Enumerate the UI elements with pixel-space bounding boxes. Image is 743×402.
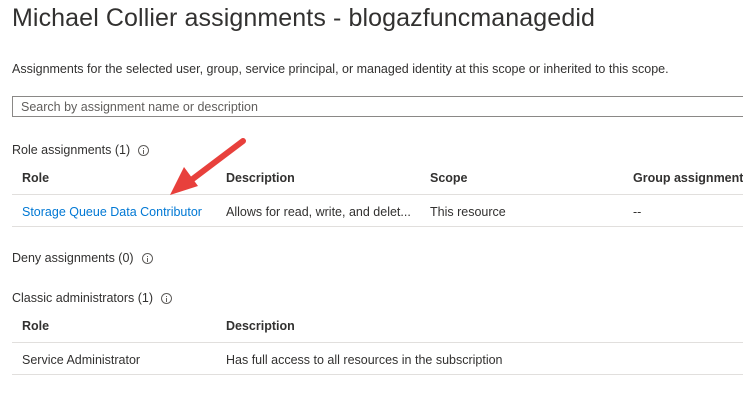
arrow-head [170, 167, 198, 195]
admin-description: Has full access to all resources in the … [226, 353, 503, 367]
role-description: Allows for read, write, and delet... [226, 205, 411, 219]
search-box[interactable] [12, 96, 743, 117]
table-header-divider [12, 194, 743, 195]
column-header-role[interactable]: Role [22, 319, 49, 333]
role-assignments-label-text: Role assignments (1) [12, 143, 131, 157]
classic-administrators-label-text: Classic administrators (1) [12, 291, 154, 305]
deny-assignments-label: Deny assignments (0) [12, 251, 153, 265]
role-scope: This resource [430, 205, 506, 219]
table-header-divider [12, 342, 743, 343]
table-row-divider [12, 374, 743, 375]
column-header-description[interactable]: Description [226, 171, 295, 185]
role-link-storage-queue-data-contributor[interactable]: Storage Queue Data Contributor [22, 205, 202, 219]
info-icon[interactable] [161, 292, 173, 304]
page-subtitle: Assignments for the selected user, group… [12, 62, 669, 76]
admin-role: Service Administrator [22, 353, 141, 367]
search-input[interactable] [13, 97, 743, 116]
deny-assignments-label-text: Deny assignments (0) [12, 251, 134, 265]
info-icon[interactable] [141, 252, 153, 264]
role-group-assignment: -- [633, 205, 642, 219]
column-header-role[interactable]: Role [22, 171, 49, 185]
column-header-group-assignment[interactable]: Group assignment [633, 171, 743, 185]
table-row-divider [12, 226, 743, 227]
column-header-scope[interactable]: Scope [430, 171, 468, 185]
role-assignments-label: Role assignments (1) [12, 143, 150, 157]
classic-administrators-label: Classic administrators (1) [12, 291, 173, 305]
column-header-description[interactable]: Description [226, 319, 295, 333]
info-icon[interactable] [138, 144, 150, 156]
page-title: Michael Collier assignments - blogazfunc… [12, 4, 595, 32]
